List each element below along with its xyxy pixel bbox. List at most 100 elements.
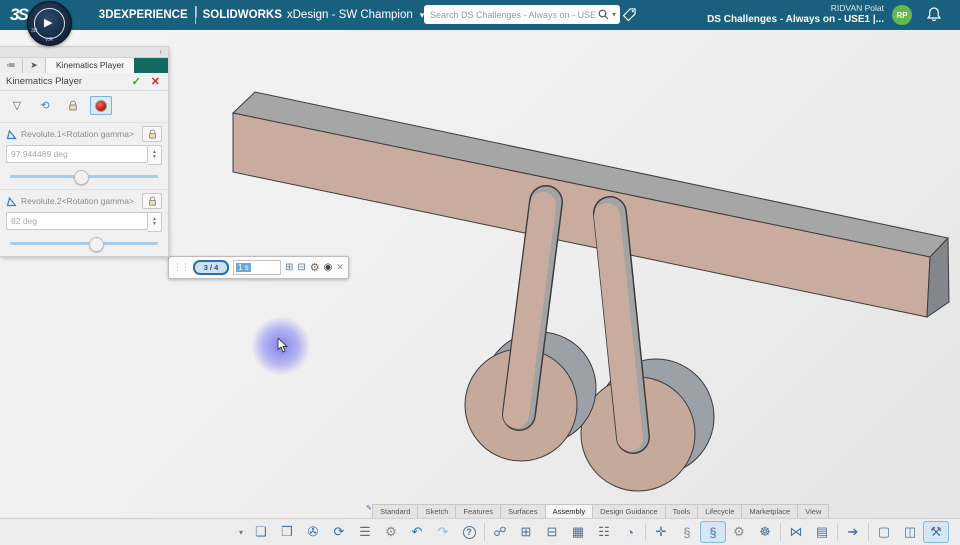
compass-play-icon[interactable]: ▶ xyxy=(44,16,52,29)
duration-input[interactable]: 1 s xyxy=(233,260,281,275)
save-icon[interactable]: ✇ xyxy=(300,521,326,543)
search-icon[interactable] xyxy=(598,9,609,20)
interference-icon[interactable]: ◫ xyxy=(897,521,923,543)
joint-section-revolute-1: Revolute.1<Rotation gamma> ▲▼ xyxy=(0,122,168,185)
tab-design-guidance[interactable]: Design Guidance xyxy=(592,504,666,518)
slider-thumb[interactable] xyxy=(74,170,89,185)
panel-collapse-strip[interactable]: ‹ xyxy=(0,47,168,58)
notifications-bell-icon[interactable] xyxy=(926,6,942,23)
joint-slider[interactable] xyxy=(8,234,160,252)
toolbar-divider xyxy=(780,523,781,541)
tab-assembly[interactable]: Assembly xyxy=(545,504,594,518)
properties-icon[interactable]: ☰ xyxy=(352,521,378,543)
sim-settings-icon[interactable]: ⚙ xyxy=(310,261,320,274)
record-icon[interactable]: ◉ xyxy=(324,262,333,273)
frame-counter-badge: 3 / 4 xyxy=(193,260,229,275)
joint-lock-button[interactable] xyxy=(142,193,162,209)
kinematics-robot-icon[interactable]: ⚒ xyxy=(923,521,949,543)
insert-component-icon[interactable]: ⊞ xyxy=(513,521,539,543)
kinematics-player-panel: ‹ ≔ ➤ Kinematics Player Kinematics Playe… xyxy=(0,46,169,257)
smart-update-icon[interactable]: § xyxy=(700,521,726,543)
search-scope-chevron-icon[interactable]: ▾ xyxy=(612,10,616,19)
drag-handle[interactable]: ⋮⋮ xyxy=(173,262,189,273)
joint-label: Revolute.2<Rotation gamma> xyxy=(21,196,142,206)
new-part-icon[interactable]: ❏ xyxy=(248,521,274,543)
compass-side-label: 3D xyxy=(31,28,37,34)
help-icon[interactable]: ? xyxy=(456,521,482,543)
panel-title: Kinematics Player xyxy=(6,76,132,87)
circular-pattern-icon[interactable]: ◔ xyxy=(617,521,643,543)
model-tree-tab-icon[interactable]: ≔ xyxy=(0,58,23,73)
sync-icon[interactable]: ⟳ xyxy=(326,521,352,543)
tab-surfaces[interactable]: Surfaces xyxy=(500,504,546,518)
derive-component-icon[interactable]: ⊟ xyxy=(539,521,565,543)
player-tab-icon[interactable]: ➤ xyxy=(23,58,46,73)
tab-tools[interactable]: Tools xyxy=(665,504,699,518)
avatar[interactable]: RP xyxy=(892,5,912,25)
app-switcher[interactable]: 3DEXPERIENCE | SOLIDWORKS xDesign - SW C… xyxy=(99,6,425,24)
close-icon[interactable]: ✕ xyxy=(336,262,344,273)
pattern-icon[interactable]: ▦ xyxy=(565,521,591,543)
tag-icon[interactable] xyxy=(622,7,637,22)
linear-pattern-icon[interactable]: ☷ xyxy=(591,521,617,543)
tab-sketch[interactable]: Sketch xyxy=(417,504,456,518)
filter-icon[interactable]: ▽ xyxy=(6,96,28,115)
paperclip-icon[interactable]: § xyxy=(674,521,700,543)
tab-kinematics-player[interactable]: Kinematics Player xyxy=(46,58,134,73)
joint-slider[interactable] xyxy=(8,167,160,185)
open-icon[interactable]: ❐ xyxy=(274,521,300,543)
move-pattern-icon[interactable]: ▤ xyxy=(809,521,835,543)
add-frame-icon[interactable]: ⊞ xyxy=(285,262,293,273)
tab-lifecycle[interactable]: Lifecycle xyxy=(697,504,742,518)
settings-icon[interactable]: ⚙ xyxy=(378,521,404,543)
joint-lock-button[interactable] xyxy=(142,126,162,142)
tab-features[interactable]: Features xyxy=(455,504,501,518)
joint-label: Revolute.1<Rotation gamma> xyxy=(21,129,142,139)
slider-track[interactable] xyxy=(10,242,158,245)
frame-icon[interactable]: ▢ xyxy=(871,521,897,543)
joint-angle-input[interactable] xyxy=(6,212,148,230)
ribbon-icon-bar: ▾ ❏ ❐ ✇ ⟳ ☰ ⚙ ↶ ↷ ? ☍ ⊞ ⊟ ▦ ☷ ◔ ✛ § § ⚙ … xyxy=(0,518,960,545)
collapse-ribbon-icon[interactable]: ▾ xyxy=(234,528,248,537)
3ds-logo-icon[interactable]: 3S xyxy=(10,5,27,25)
export-icon[interactable]: ➔ xyxy=(840,521,866,543)
search-bar[interactable]: ▾ xyxy=(424,5,620,24)
gear-part-icon[interactable]: ☸ xyxy=(752,521,778,543)
gears-icon[interactable]: ⚙ xyxy=(726,521,752,543)
spinner-stepper[interactable]: ▲▼ xyxy=(148,145,162,165)
move-component-icon[interactable]: ✛ xyxy=(648,521,674,543)
slider-thumb[interactable] xyxy=(89,237,104,252)
remove-frame-icon[interactable]: ⊟ xyxy=(297,262,305,273)
redo-icon[interactable]: ↷ xyxy=(430,521,456,543)
ribbon-tab-strip: ✎ Standard Sketch Features Surfaces Asse… xyxy=(372,504,828,518)
duration-value: 1 s xyxy=(236,263,251,272)
cancel-button[interactable]: ✕ xyxy=(151,75,160,88)
toolbar-divider xyxy=(484,523,485,541)
user-context-block[interactable]: RIDVAN Polat DS Challenges - Always on -… xyxy=(707,2,884,26)
app-context: xDesign - SW Champion xyxy=(287,9,413,21)
brand-name: 3DEXPERIENCE xyxy=(99,9,188,21)
joint-section-revolute-2: Revolute.2<Rotation gamma> ▲▼ xyxy=(0,189,168,252)
joint-angle-input[interactable] xyxy=(6,145,148,163)
spinner-stepper[interactable]: ▲▼ xyxy=(148,212,162,232)
replay-icon[interactable]: ⟲ xyxy=(34,96,56,115)
tenant-name: DS Challenges - Always on - USE1 |... xyxy=(707,14,884,26)
tab-view[interactable]: View xyxy=(797,504,829,518)
brand-separator: | xyxy=(195,6,196,24)
3dexperience-compass[interactable]: ▶ 3D V.R xyxy=(27,1,72,46)
angle-icon xyxy=(6,196,17,207)
tab-marketplace[interactable]: Marketplace xyxy=(741,504,798,518)
confirm-button[interactable]: ✓ xyxy=(132,75,141,88)
undo-icon[interactable]: ↶ xyxy=(404,521,430,543)
lock-icon[interactable] xyxy=(62,96,84,115)
tab-standard[interactable]: Standard xyxy=(372,504,418,518)
search-input[interactable] xyxy=(428,9,598,21)
mirror-icon[interactable]: ⋈ xyxy=(783,521,809,543)
trace-icon[interactable] xyxy=(90,96,112,115)
top-app-bar: 3S 3DEXPERIENCE | SOLIDWORKS xDesign - S… xyxy=(0,0,960,30)
mate-icon[interactable]: ☍ xyxy=(487,521,513,543)
simulation-toolbar: ⋮⋮ 3 / 4 1 s ⊞ ⊟ ⚙ ◉ ✕ xyxy=(168,256,349,279)
collapse-panel-icon[interactable]: ‹ xyxy=(159,47,162,56)
panel-toolbar: ▽ ⟲ xyxy=(0,91,168,122)
compass-bottom-label: V.R xyxy=(45,37,53,43)
